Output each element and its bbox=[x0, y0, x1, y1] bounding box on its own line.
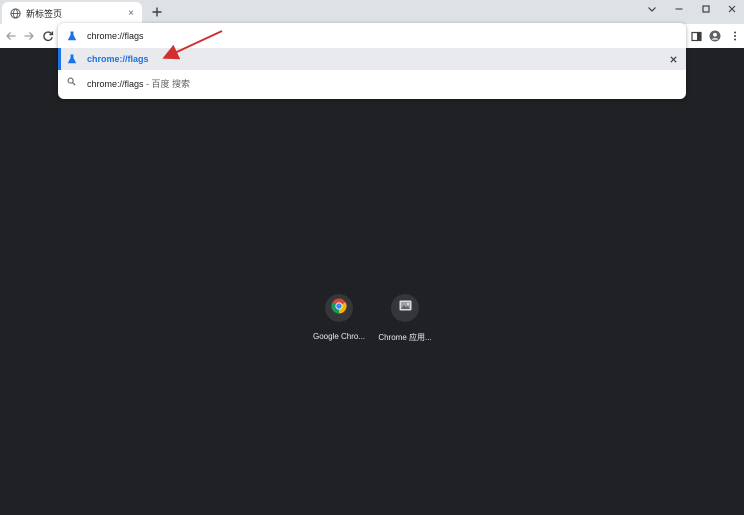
suggestion-item-flags[interactable]: chrome://flags bbox=[58, 48, 686, 70]
shortcut-label: Chrome 应用... bbox=[378, 333, 432, 342]
browser-window: 新标签页 × chrome://flags chrome://flags chr… bbox=[0, 0, 744, 515]
flask-icon bbox=[66, 53, 77, 64]
suggestion-text: chrome://flags bbox=[87, 54, 149, 64]
shortcut-icon-bg bbox=[325, 294, 353, 322]
suggestion-suffix: - 百度 搜索 bbox=[143, 79, 191, 89]
side-panel-icon[interactable] bbox=[689, 29, 703, 43]
globe-icon bbox=[10, 7, 21, 19]
profile-icon[interactable] bbox=[708, 29, 722, 43]
search-icon bbox=[66, 76, 77, 87]
forward-arrow-icon[interactable] bbox=[22, 29, 36, 43]
address-input[interactable]: chrome://flags bbox=[87, 31, 144, 41]
reload-icon[interactable] bbox=[41, 29, 55, 43]
flask-icon bbox=[66, 30, 77, 41]
back-arrow-icon[interactable] bbox=[4, 29, 18, 43]
maximize-icon[interactable] bbox=[694, 0, 718, 18]
omnibox-dropdown: chrome://flags chrome://flags chrome://f… bbox=[58, 23, 686, 99]
suggestion-search-text: chrome://flags - 百度 搜索 bbox=[87, 77, 190, 90]
shortcut-chrome-apps[interactable]: Chrome 应用... bbox=[368, 294, 442, 350]
shortcut-label: Google Chro... bbox=[312, 332, 366, 341]
tab-new-tab[interactable]: 新标签页 × bbox=[2, 2, 142, 24]
close-icon[interactable]: × bbox=[126, 8, 136, 19]
address-bar[interactable]: chrome://flags bbox=[58, 23, 686, 48]
suggestion-query: chrome://flags bbox=[87, 79, 144, 89]
tab-title: 新标签页 bbox=[26, 8, 63, 19]
remove-suggestion-icon[interactable] bbox=[668, 54, 678, 64]
close-window-icon[interactable] bbox=[720, 0, 744, 18]
minimize-icon[interactable] bbox=[667, 0, 691, 18]
chevron-down-icon[interactable] bbox=[640, 0, 664, 18]
chrome-logo-icon bbox=[331, 298, 347, 319]
kebab-menu-icon[interactable] bbox=[728, 29, 742, 43]
shortcut-google-chrome[interactable]: Google Chro... bbox=[302, 294, 376, 350]
tab-strip: 新标签页 × bbox=[0, 0, 744, 24]
suggestion-item-search[interactable]: chrome://flags - 百度 搜索 bbox=[58, 71, 686, 93]
shortcut-icon-bg bbox=[391, 294, 419, 322]
new-tab-plus-icon[interactable] bbox=[150, 5, 164, 19]
apps-image-icon bbox=[399, 299, 412, 317]
